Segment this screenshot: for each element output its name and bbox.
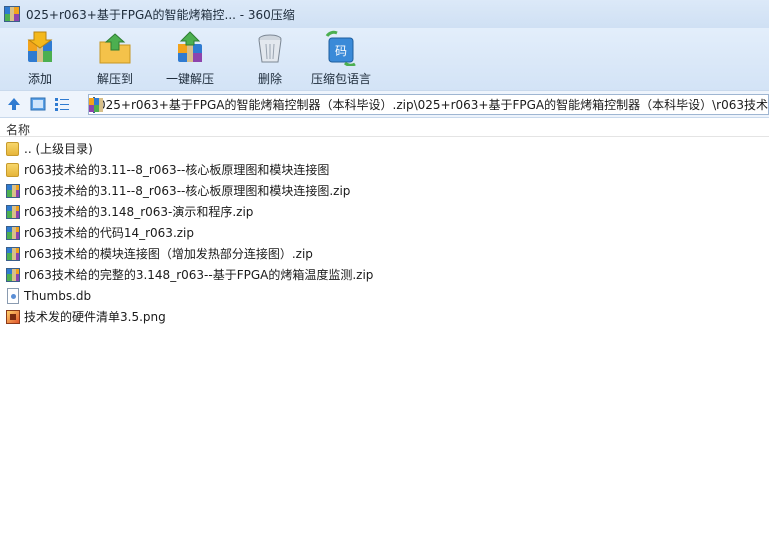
zip-file-icon [89, 96, 103, 113]
archive-language-label: 压缩包语言 [311, 72, 372, 86]
zip-file-icon [5, 267, 21, 283]
app-logo-icon [4, 6, 20, 22]
list-item[interactable]: r063技术给的3.11--8_r063--核心板原理图和模块连接图.zip [0, 180, 769, 201]
file-name: r063技术给的3.11--8_r063--核心板原理图和模块连接图.zip [24, 184, 351, 198]
list-item[interactable]: .. (上级目录) [0, 138, 769, 159]
file-list: .. (上级目录) r063技术给的3.11--8_r063--核心板原理图和模… [0, 138, 769, 327]
toolbar: 添加 解压到 一键解压 删除 码 压缩包语言 [0, 28, 769, 90]
svg-text:码: 码 [335, 44, 347, 58]
list-item[interactable]: r063技术给的模块连接图（增加发热部分连接图）.zip [0, 243, 769, 264]
extract-to-icon [97, 30, 133, 66]
zip-file-icon [5, 246, 21, 262]
folder-icon [5, 162, 21, 178]
archive-language-button[interactable]: 码 压缩包语言 [311, 28, 371, 90]
zip-file-icon [5, 225, 21, 241]
file-name: 技术发的硬件清单3.5.png [24, 310, 166, 324]
file-name: r063技术给的3.148_r063-演示和程序.zip [24, 205, 254, 219]
archive-language-icon: 码 [323, 30, 359, 67]
file-name: r063技术给的代码14_r063.zip [24, 226, 195, 240]
zip-file-icon [5, 183, 21, 199]
zip-file-icon [5, 204, 21, 220]
thumbnail-view-button[interactable] [28, 94, 48, 114]
list-item[interactable]: r063技术给的3.148_r063-演示和程序.zip [0, 201, 769, 222]
list-item[interactable]: 技术发的硬件清单3.5.png [0, 306, 769, 327]
column-header-label: 名称 [6, 123, 31, 137]
delete-label: 删除 [257, 72, 282, 86]
file-name: Thumbs.db [24, 288, 92, 303]
window-title: 025+r063+基于FPGA的智能烤箱控... - 360压缩 [26, 7, 295, 22]
add-archive-icon [22, 30, 58, 66]
list-item[interactable]: r063技术给的完整的3.148_r063--基于FPGA的烤箱温度监测.zip [0, 264, 769, 285]
address-bar: 025+r063+基于FPGA的智能烤箱控制器（本科毕设）.zip\025+r0… [0, 90, 769, 118]
add-button-label: 添加 [27, 72, 52, 86]
path-field[interactable]: 025+r063+基于FPGA的智能烤箱控制器（本科毕设）.zip\025+r0… [88, 94, 769, 115]
one-click-extract-icon [172, 30, 208, 66]
list-view-button[interactable] [52, 94, 72, 114]
delete-button[interactable]: 删除 [252, 28, 288, 90]
one-click-extract-label: 一键解压 [166, 72, 215, 86]
file-name: r063技术给的模块连接图（增加发热部分连接图）.zip [24, 247, 313, 261]
extract-to-button[interactable]: 解压到 [97, 28, 133, 90]
column-header-name[interactable]: 名称 [0, 119, 769, 137]
database-file-icon [5, 287, 21, 304]
folder-icon [5, 141, 21, 157]
file-name: r063技术给的3.11--8_r063--核心板原理图和模块连接图 [24, 163, 330, 177]
file-name: .. (上级目录) [24, 142, 93, 156]
path-text: 025+r063+基于FPGA的智能烤箱控制器（本科毕设）.zip\025+r0… [98, 98, 768, 112]
list-item[interactable]: r063技术给的3.11--8_r063--核心板原理图和模块连接图 [0, 159, 769, 180]
list-item[interactable]: Thumbs.db [0, 285, 769, 306]
file-name: r063技术给的完整的3.148_r063--基于FPGA的烤箱温度监测.zip [24, 268, 374, 282]
extract-to-label: 解压到 [97, 72, 134, 86]
add-button[interactable]: 添加 [22, 28, 58, 90]
delete-icon [252, 30, 288, 66]
title-bar: 025+r063+基于FPGA的智能烤箱控... - 360压缩 [0, 0, 769, 28]
image-file-icon [5, 309, 21, 325]
one-click-extract-button[interactable]: 一键解压 [166, 28, 214, 90]
up-level-button[interactable] [4, 94, 24, 114]
list-item[interactable]: r063技术给的代码14_r063.zip [0, 222, 769, 243]
